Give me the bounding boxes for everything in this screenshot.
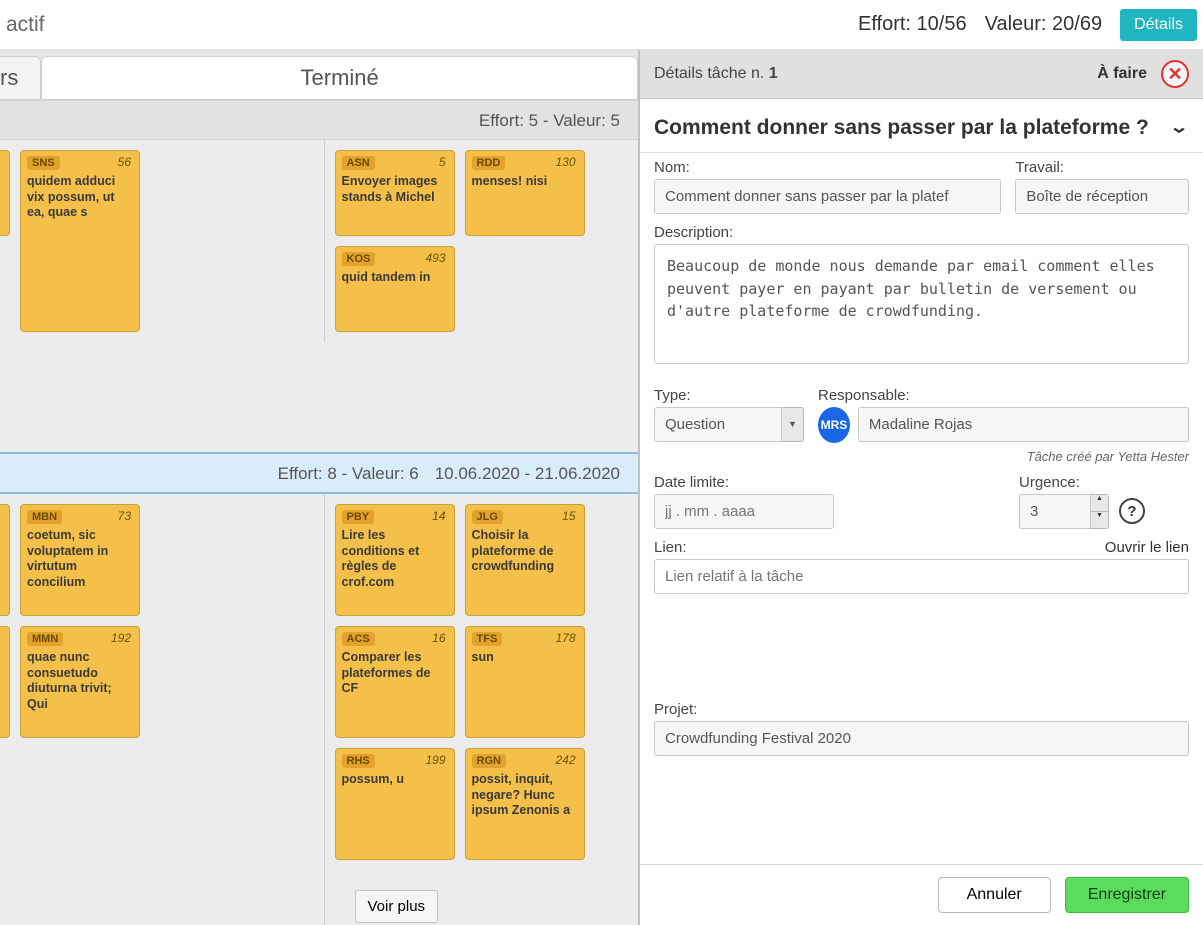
card-title: Comparer les plateformes de CF	[342, 650, 448, 697]
sprint-title: actif	[6, 13, 45, 37]
help-icon[interactable]: ?	[1119, 498, 1145, 524]
task-name-input[interactable]	[654, 179, 1001, 214]
card-title: sun	[472, 650, 578, 666]
card-tag: RHS	[342, 754, 375, 768]
show-more-button[interactable]: Voir plus	[355, 890, 439, 923]
task-description-input[interactable]	[654, 244, 1189, 364]
card-title: quae nunc consuetudo diuturna trivit; Qu…	[27, 650, 133, 713]
close-icon[interactable]: ✕	[1161, 60, 1189, 88]
card-number: 16	[432, 631, 445, 645]
open-link-action[interactable]: Ouvrir le lien	[1105, 539, 1189, 556]
card-number: 199	[425, 753, 445, 767]
card-number: 130	[555, 155, 575, 169]
task-card[interactable]: RGN 242 possit, inquit, negare? Hunc ips…	[465, 748, 585, 860]
card-title: Envoyer images stands à Michel	[342, 174, 448, 205]
card-tag: PBY	[342, 510, 375, 524]
card-number: 192	[111, 631, 131, 645]
card-tag: RDD	[472, 156, 506, 170]
column-tab-termine[interactable]: Terminé	[41, 56, 638, 99]
card-number: 493	[425, 251, 445, 265]
chevron-down-icon[interactable]: ▼	[782, 407, 804, 442]
card-number: 56	[118, 155, 131, 169]
task-link-input[interactable]	[654, 559, 1189, 594]
card-tag: ASN	[342, 156, 375, 170]
chevron-down-icon[interactable]: ⌄	[1169, 117, 1189, 137]
created-by-text: Tâche créé par Yetta Hester	[654, 449, 1189, 464]
task-card[interactable]: RDD 130 menses! nisi	[465, 150, 585, 236]
label-urgency: Urgence:	[1019, 474, 1189, 491]
partial-card-stub[interactable]	[0, 504, 10, 616]
column-tab-partial[interactable]: rs	[0, 56, 41, 99]
avatar: MRS	[818, 407, 850, 443]
card-tag: JLG	[472, 510, 503, 524]
card-number: 14	[432, 509, 445, 523]
card-title: possit, inquit, negare? Hunc ipsum Zenon…	[472, 772, 578, 819]
task-type-select[interactable]	[654, 407, 782, 442]
effort-stat: Effort: 10/56	[858, 13, 967, 36]
label-deadline: Date limite:	[654, 474, 834, 491]
task-card[interactable]: SNS 56 quidem adduci vix possum, ut ea, …	[20, 150, 140, 332]
task-title: Comment donner sans passer par la platef…	[654, 116, 1149, 140]
card-tag: ACS	[342, 632, 375, 646]
task-work-input[interactable]	[1015, 179, 1189, 214]
task-card[interactable]: JLG 15 Choisir la plateforme de crowdfun…	[465, 504, 585, 616]
card-title: quid tandem in	[342, 270, 448, 286]
task-card[interactable]: MMN 192 quae nunc consuetudo diuturna tr…	[20, 626, 140, 738]
card-tag: MMN	[27, 632, 63, 646]
label-project: Projet:	[654, 701, 1189, 718]
number-spinner[interactable]: ▲▼	[1091, 494, 1109, 529]
task-card[interactable]: ASN 5 Envoyer images stands à Michel	[335, 150, 455, 236]
card-number: 5	[439, 155, 446, 169]
label-description: Description:	[654, 224, 1189, 241]
card-number: 73	[118, 509, 131, 523]
card-title: possum, u	[342, 772, 448, 788]
partial-card-stub[interactable]	[0, 626, 10, 738]
card-number: 242	[555, 753, 575, 767]
card-title: menses! nisi	[472, 174, 578, 190]
label-type: Type:	[654, 387, 804, 404]
partial-card-stub[interactable]	[0, 150, 10, 236]
task-status: À faire	[1097, 65, 1147, 83]
detail-header-title: Détails tâche n. 1	[654, 65, 778, 83]
lane2-summary: Effort: 8 - Valeur: 6	[278, 464, 419, 484]
task-project-input[interactable]	[654, 721, 1189, 756]
save-button[interactable]: Enregistrer	[1065, 877, 1189, 913]
task-deadline-input[interactable]	[654, 494, 834, 529]
task-responsible-input[interactable]	[858, 407, 1189, 442]
card-title: quidem adduci vix possum, ut ea, quae s	[27, 174, 133, 221]
card-tag: KOS	[342, 252, 376, 266]
card-tag: RGN	[472, 754, 506, 768]
card-title: Choisir la plateforme de crowdfunding	[472, 528, 578, 575]
task-card[interactable]: MBN 73 coetum, sic voluptatem in virtutu…	[20, 504, 140, 616]
value-stat: Valeur: 20/69	[985, 13, 1103, 36]
task-card[interactable]: RHS 199 possum, u	[335, 748, 455, 860]
task-card[interactable]: KOS 493 quid tandem in	[335, 246, 455, 332]
card-title: coetum, sic voluptatem in virtutum conci…	[27, 528, 133, 591]
label-name: Nom:	[654, 159, 1001, 176]
task-card[interactable]: PBY 14 Lire les conditions et règles de …	[335, 504, 455, 616]
task-urgency-input[interactable]	[1019, 494, 1091, 529]
label-link: Lien:	[654, 539, 687, 556]
lane2-dates: 10.06.2020 - 21.06.2020	[435, 464, 620, 484]
card-number: 178	[555, 631, 575, 645]
card-tag: TFS	[472, 632, 503, 646]
card-tag: MBN	[27, 510, 62, 524]
task-card[interactable]: TFS 178 sun	[465, 626, 585, 738]
card-tag: SNS	[27, 156, 60, 170]
label-work: Travail:	[1015, 159, 1189, 176]
card-title: Lire les conditions et règles de crof.co…	[342, 528, 448, 591]
card-number: 15	[562, 509, 575, 523]
task-card[interactable]: ACS 16 Comparer les plateformes de CF	[335, 626, 455, 738]
details-button[interactable]: Détails	[1120, 9, 1197, 41]
lane1-summary: Effort: 5 - Valeur: 5	[479, 111, 620, 131]
label-responsible: Responsable:	[818, 387, 1189, 404]
cancel-button[interactable]: Annuler	[938, 877, 1051, 913]
